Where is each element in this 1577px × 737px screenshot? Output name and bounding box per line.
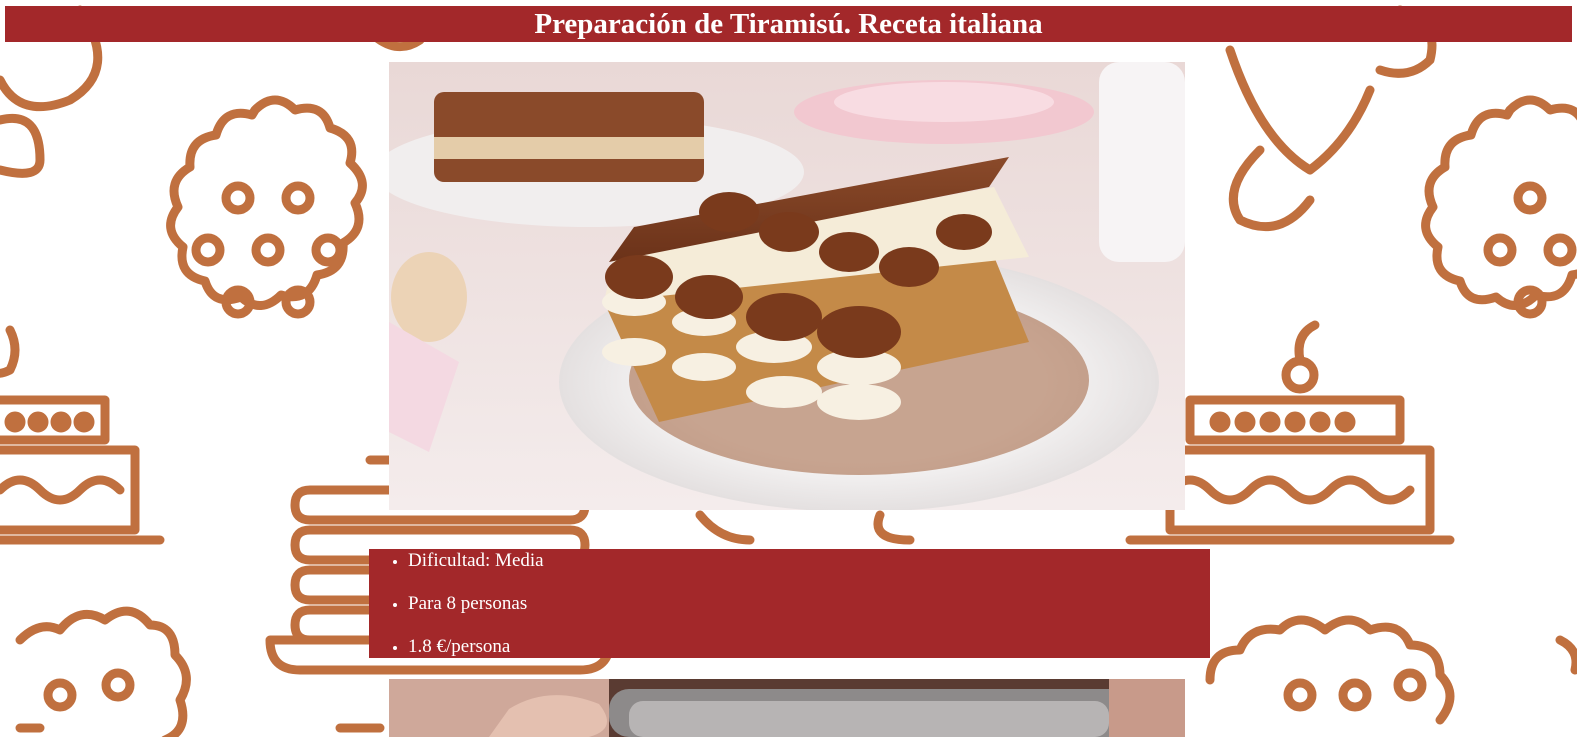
cake-icon	[0, 325, 165, 545]
servings-item: Para 8 personas	[408, 592, 1210, 635]
page-title: Preparación de Tiramisú. Receta italiana	[534, 8, 1043, 40]
preparation-photo	[389, 679, 1185, 737]
cookie-icon	[1205, 615, 1455, 725]
cost-item: 1.8 €/persona	[408, 635, 1210, 678]
cookie-icon	[166, 95, 367, 319]
recipe-details-box: Dificultad: Media Para 8 personas 1.8 €/…	[369, 549, 1210, 658]
recipe-details-list: Dificultad: Media Para 8 personas 1.8 €/…	[369, 549, 1210, 678]
tiramisu-photo	[389, 62, 1185, 510]
cookie-icon	[15, 606, 191, 737]
cookie-icon	[1421, 95, 1577, 319]
page-header: Preparación de Tiramisú. Receta italiana	[5, 6, 1572, 42]
difficulty-item: Dificultad: Media	[408, 549, 1210, 592]
